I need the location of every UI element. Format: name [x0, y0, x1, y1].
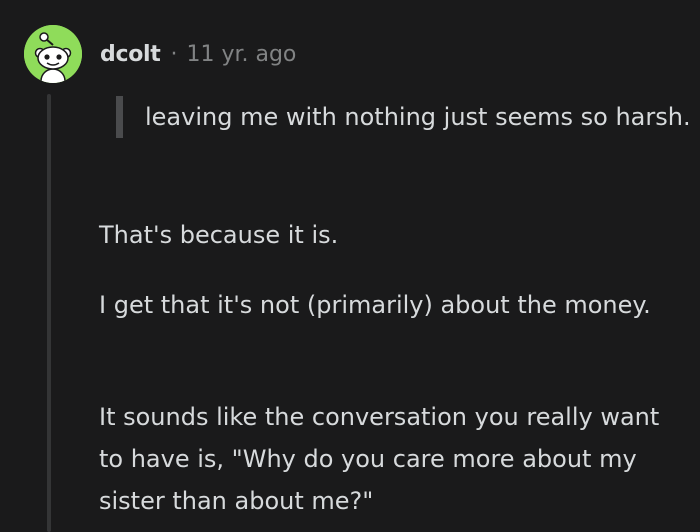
comment-paragraph: That's because it is.	[99, 221, 339, 249]
meta-separator: ·	[170, 41, 178, 67]
username[interactable]: dcolt	[100, 42, 161, 67]
avatar[interactable]	[24, 25, 82, 83]
blockquote: leaving me with nothing just seems so ha…	[116, 96, 700, 138]
comment-meta: dcolt · 11 yr. ago	[100, 38, 296, 70]
comment-paragraph: I get that it's not (primarily) about th…	[99, 291, 651, 319]
comment-paragraph: It sounds like the conversation you real…	[99, 403, 660, 515]
reddit-snoo-avatar-icon	[24, 25, 82, 83]
thread-collapse-line[interactable]	[47, 94, 51, 532]
timestamp[interactable]: 11 yr. ago	[186, 42, 296, 67]
